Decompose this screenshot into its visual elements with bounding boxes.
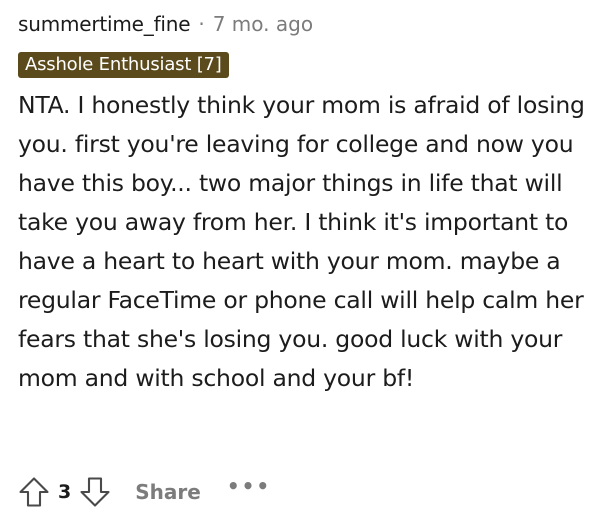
more-options-button[interactable]: ••• xyxy=(227,474,271,498)
comment-meta: summertime_fine · 7 mo. ago xyxy=(18,10,608,38)
timestamp[interactable]: 7 mo. ago xyxy=(213,12,313,36)
vote-count: 3 xyxy=(58,481,72,503)
user-flair: Asshole Enthusiast [7] xyxy=(18,52,229,78)
upvote-arrow-icon[interactable] xyxy=(14,472,54,512)
downvote-arrow-icon[interactable] xyxy=(75,472,115,512)
username-link[interactable]: summertime_fine xyxy=(18,12,191,36)
comment: summertime_fine · 7 mo. ago Asshole Enth… xyxy=(18,10,608,398)
meta-separator: · xyxy=(198,12,205,36)
comment-body: NTA. I honestly think your mom is afraid… xyxy=(18,91,585,392)
comment-actions: 3 Share ••• xyxy=(14,470,271,514)
share-button[interactable]: Share xyxy=(135,480,201,504)
